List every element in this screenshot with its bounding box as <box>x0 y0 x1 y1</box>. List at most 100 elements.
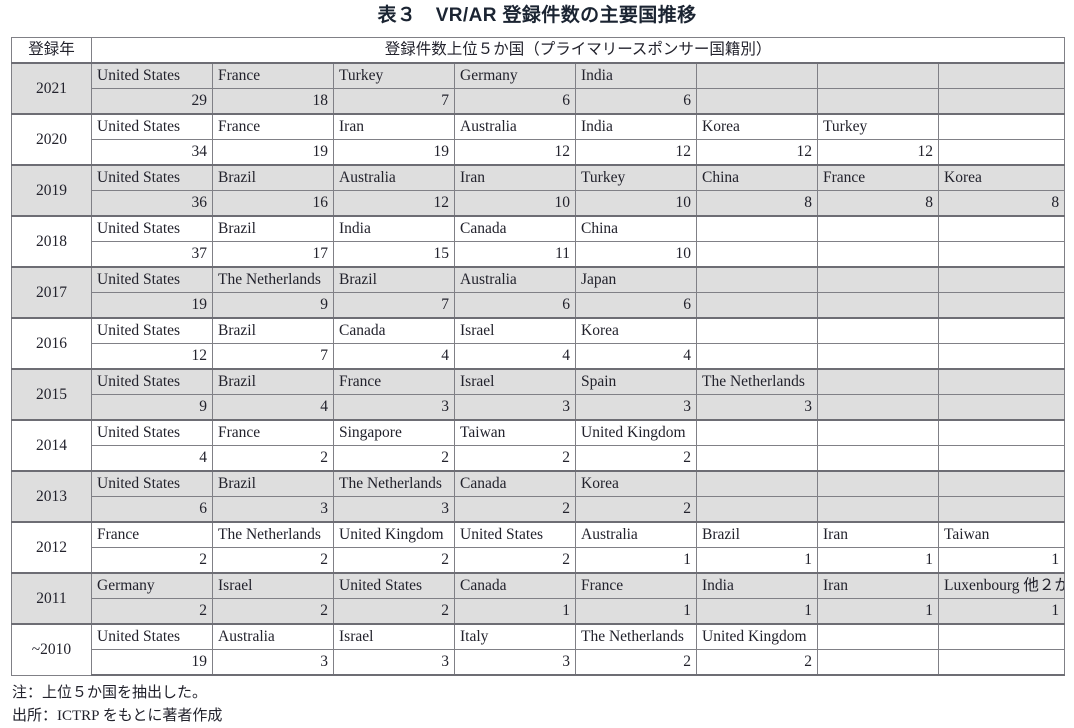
count-cell: 2 <box>454 496 576 523</box>
count-cell: 7 <box>333 88 455 115</box>
country-cell: Korea <box>575 470 697 497</box>
count-cell: 3 <box>212 496 334 523</box>
count-cell: 4 <box>575 343 697 370</box>
count-cell: 8 <box>696 190 818 217</box>
count-cell: 4 <box>454 343 576 370</box>
count-cell: 11 <box>454 241 576 268</box>
country-cell: France <box>212 113 334 140</box>
count-cell: 8 <box>937 190 1066 217</box>
count-cell: 1 <box>575 547 697 574</box>
table-row: 2021 United States France Turkey Germany Indi… <box>11 62 1066 115</box>
country-cell: United Kingdom <box>696 623 818 650</box>
country-cell: United States <box>91 623 213 650</box>
country-cell: Germany <box>91 572 213 599</box>
country-cell <box>937 419 1066 446</box>
country-cell: Turkey <box>333 62 455 89</box>
count-cell: 17 <box>212 241 334 268</box>
country-cell: Korea <box>696 113 818 140</box>
count-cell: 1 <box>937 598 1066 625</box>
count-cell: 6 <box>454 88 576 115</box>
country-cell: Iran <box>817 521 939 548</box>
count-cell: 1 <box>575 598 697 625</box>
country-cell: Israel <box>454 317 576 344</box>
table-row: 2018 United States Brazil India Canada China <box>11 215 1066 268</box>
table-row: 2014 United States France Singapore Taiwan Un… <box>11 419 1066 472</box>
country-cell: United States <box>91 113 213 140</box>
count-cell: 4 <box>212 394 334 421</box>
count-cell: 4 <box>333 343 455 370</box>
count-cell: 12 <box>817 139 939 166</box>
country-cell: Taiwan <box>454 419 576 446</box>
country-cell: United Kingdom <box>575 419 697 446</box>
country-cell <box>696 62 818 89</box>
table-row: 2020 United States France Iran Australia Indi… <box>11 113 1066 166</box>
country-cell: United States <box>91 215 213 242</box>
country-cell <box>937 368 1066 395</box>
country-cell <box>817 368 939 395</box>
table-row: 36 16 12 10 10 8 8 8 <box>12 190 1066 217</box>
count-cell: 10 <box>575 241 697 268</box>
table-row: 2012 France The Netherlands United Kingdom U… <box>11 521 1066 574</box>
country-cell: United States <box>91 368 213 395</box>
count-cell <box>817 292 939 319</box>
country-cell: India <box>575 62 697 89</box>
table-row: 2019 United States Brazil Australia Iran Turk… <box>11 164 1066 217</box>
year-cell: ~2010 <box>11 623 92 676</box>
count-cell <box>817 496 939 523</box>
footnote-note: 注：上位５か国を抽出した。 <box>12 685 208 701</box>
country-cell: Canada <box>454 215 576 242</box>
count-cell <box>937 445 1066 472</box>
table-row: 19 9 7 6 6 <box>12 292 1066 319</box>
count-cell: 2 <box>575 445 697 472</box>
header-year-label: 登録年 <box>11 37 92 64</box>
vr-ar-registrations-table: 登録年 登録件数上位５か国（プライマリースポンサー国籍別） 2021 United S… <box>11 37 1066 676</box>
table-body: 登録年 登録件数上位５か国（プライマリースポンサー国籍別） 2021 United S… <box>11 37 1066 676</box>
count-cell: 2 <box>91 547 213 574</box>
count-cell: 2 <box>91 598 213 625</box>
count-cell: 18 <box>212 88 334 115</box>
country-cell: United States <box>91 317 213 344</box>
country-cell: Brazil <box>696 521 818 548</box>
country-cell <box>817 215 939 242</box>
country-cell: Japan <box>575 266 697 293</box>
country-cell <box>696 317 818 344</box>
country-cell <box>817 419 939 446</box>
footnotes: 注：上位５か国を抽出した。 出所：ICTRP をもとに著者作成 <box>12 682 1074 728</box>
country-cell <box>696 419 818 446</box>
count-cell: 2 <box>696 649 818 676</box>
country-cell: Brazil <box>212 215 334 242</box>
count-cell <box>696 292 818 319</box>
country-cell: Australia <box>454 266 576 293</box>
count-cell <box>696 88 818 115</box>
count-cell: 3 <box>333 649 455 676</box>
count-cell: 12 <box>696 139 818 166</box>
count-cell: 3 <box>333 394 455 421</box>
country-cell: Italy <box>454 623 576 650</box>
count-cell: 19 <box>212 139 334 166</box>
country-cell <box>696 266 818 293</box>
country-cell: Australia <box>575 521 697 548</box>
country-cell: India <box>575 113 697 140</box>
count-cell <box>817 649 939 676</box>
count-cell: 2 <box>333 598 455 625</box>
count-cell <box>817 88 939 115</box>
count-cell: 6 <box>454 292 576 319</box>
count-cell <box>937 343 1066 370</box>
count-cell: 34 <box>91 139 213 166</box>
count-cell <box>937 292 1066 319</box>
count-cell <box>696 241 818 268</box>
year-cell: 2015 <box>11 368 92 421</box>
table-row: 943333 <box>12 394 1066 421</box>
country-cell: Singapore <box>333 419 455 446</box>
country-cell: United Kingdom <box>333 521 455 548</box>
count-cell: 3 <box>696 394 818 421</box>
count-cell: 2 <box>212 598 334 625</box>
count-cell <box>937 496 1066 523</box>
country-cell <box>817 623 939 650</box>
count-cell: 1 <box>817 598 939 625</box>
year-cell: 2018 <box>11 215 92 268</box>
count-cell: 2 <box>212 547 334 574</box>
page-title: 表３ VR/AR 登録件数の主要国推移 <box>377 5 697 26</box>
table-figure-page: 表３ VR/AR 登録件数の主要国推移 登録年 登録件数上位５か国（プライマリース… <box>0 0 1074 724</box>
table-row: 63322 <box>12 496 1066 523</box>
